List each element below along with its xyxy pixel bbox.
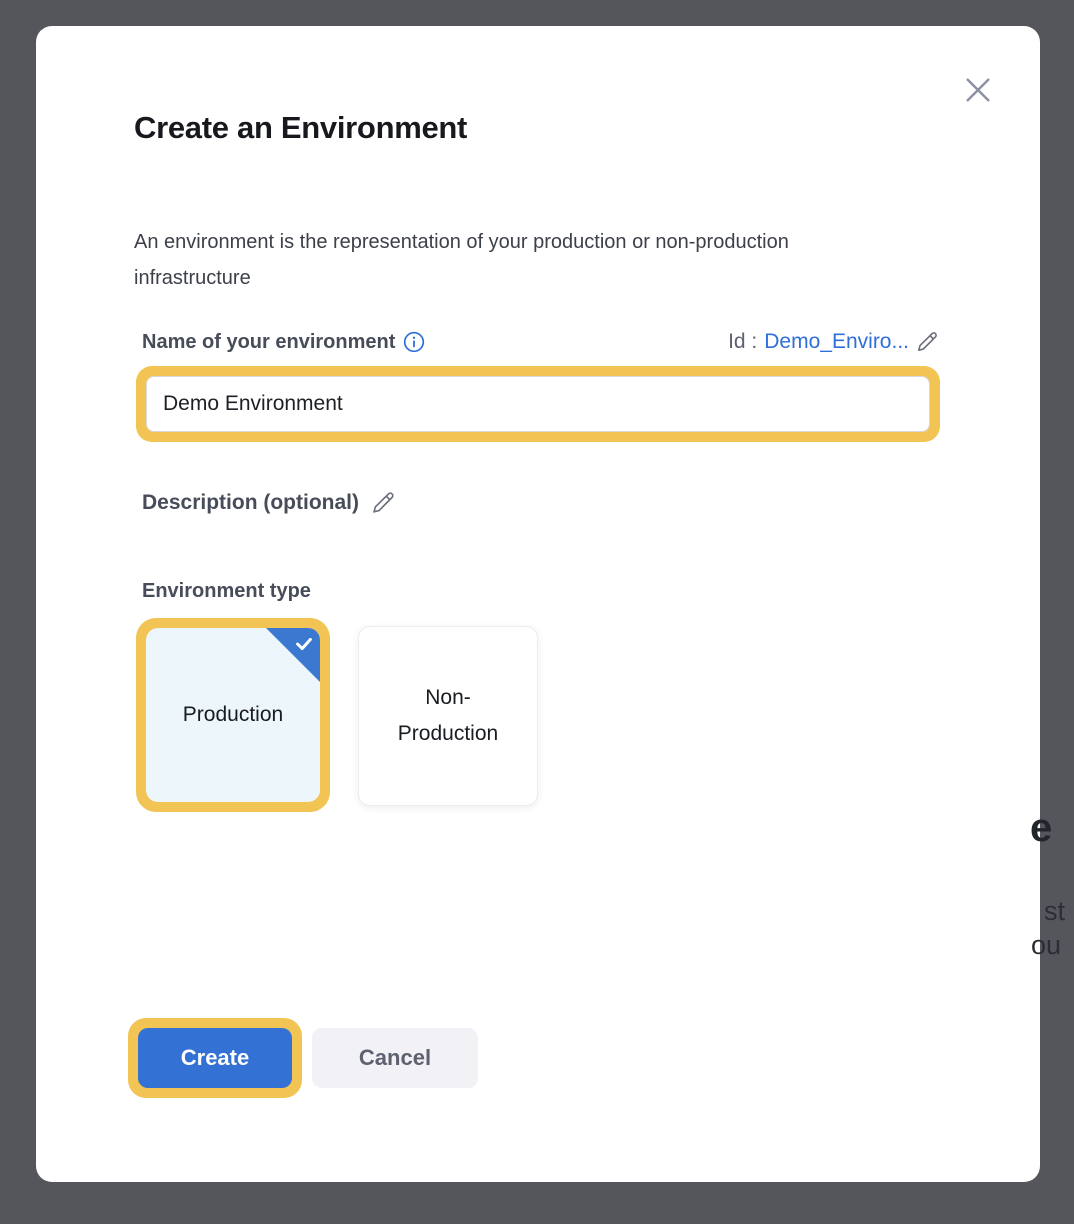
environment-type-production-card[interactable]: Production: [146, 628, 320, 802]
tutorial-highlight-create-button: Create: [128, 1018, 302, 1098]
non-production-card-label: Non-Production: [378, 680, 518, 752]
cancel-button[interactable]: Cancel: [312, 1028, 478, 1088]
check-icon: [293, 633, 315, 655]
name-field-header: Name of your environment Id : Demo_Envir…: [142, 330, 940, 354]
id-prefix: Id :: [728, 330, 757, 354]
environment-name-input[interactable]: [146, 376, 930, 432]
description-edit-pencil-icon[interactable]: [371, 490, 397, 516]
tutorial-highlight-name-input: [136, 366, 940, 442]
production-card-label: Production: [163, 697, 303, 733]
name-field-label-text: Name of your environment: [142, 331, 395, 354]
screen: Create an Environment An environment is …: [0, 0, 1074, 1224]
id-edit-pencil-icon[interactable]: [916, 330, 940, 354]
modal-description: An environment is the representation of …: [134, 224, 824, 296]
tutorial-highlight-production-card: Production: [136, 618, 330, 812]
modal-title: Create an Environment: [134, 110, 467, 146]
close-icon: [962, 74, 994, 106]
selected-corner-badge: [266, 628, 320, 682]
environment-type-label: Environment type: [142, 580, 311, 603]
clipped-tooltip-text-fragment-1: st: [1044, 896, 1065, 927]
description-label-text: Description (optional): [142, 491, 359, 515]
id-link[interactable]: Demo_Enviro...: [764, 330, 909, 354]
environment-id: Id : Demo_Enviro...: [728, 330, 940, 354]
environment-type-non-production-card[interactable]: Non-Production: [358, 626, 538, 806]
description-field-label: Description (optional): [142, 490, 397, 516]
close-button[interactable]: [956, 68, 1000, 112]
name-field-label: Name of your environment: [142, 331, 425, 354]
create-button[interactable]: Create: [138, 1028, 292, 1088]
info-icon[interactable]: [403, 331, 425, 353]
create-environment-modal: Create an Environment An environment is …: [36, 26, 1040, 1182]
